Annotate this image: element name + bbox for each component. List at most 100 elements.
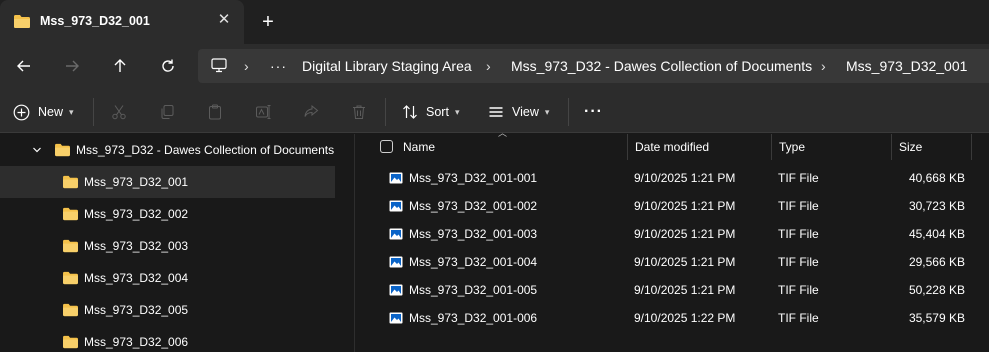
breadcrumb-item[interactable]: Digital Library Staging Area — [302, 58, 472, 74]
image-file-icon — [389, 172, 403, 187]
tree-item-label: Mss_973_D32_003 — [84, 239, 189, 253]
select-all-checkbox[interactable] — [380, 140, 393, 153]
sort-button[interactable]: Sort ▾ — [402, 99, 459, 125]
tree-item-label: Mss_973_D32_006 — [84, 335, 189, 349]
new-tab-button[interactable]: + — [258, 12, 278, 32]
file-date: 9/10/2025 1:21 PM — [634, 255, 736, 269]
share-button[interactable] — [303, 99, 319, 125]
tree-item-folder[interactable]: Mss_973_D32_002 — [0, 198, 335, 230]
file-name: Mss_973_D32_001-001 — [409, 171, 538, 185]
column-header-type[interactable]: Type — [779, 140, 805, 154]
folder-icon — [62, 175, 79, 192]
file-type: TIF File — [778, 311, 819, 325]
file-name: Mss_973_D32_001-004 — [409, 255, 538, 269]
tree-item-folder[interactable]: Mss_973_D32_001 — [0, 166, 335, 198]
tree-item-label: Mss_973_D32_002 — [84, 207, 189, 221]
plus-circle-icon — [13, 104, 30, 120]
file-type: TIF File — [778, 227, 819, 241]
new-button[interactable]: New ▾ — [13, 99, 74, 125]
paste-button[interactable] — [207, 99, 223, 125]
copy-icon — [161, 105, 174, 119]
tree-item-label: Mss_973_D32_005 — [84, 303, 189, 317]
column-divider[interactable] — [891, 134, 892, 160]
close-tab-icon[interactable]: ✕ — [216, 12, 232, 28]
file-size: 40,668 KB — [908, 171, 965, 185]
new-label: New — [38, 105, 64, 119]
file-list: ︿ Name Date modified Type Size Mss_973_D… — [355, 128, 989, 352]
tree-item-folder[interactable]: Mss_973_D32_006 — [0, 326, 335, 352]
folder-icon — [54, 143, 71, 160]
file-type: TIF File — [778, 255, 819, 269]
breadcrumb-item[interactable]: Mss_973_D32 - Dawes Collection of Docume… — [511, 58, 812, 74]
view-label: View — [512, 105, 539, 119]
tab-title: Mss_973_D32_001 — [40, 14, 150, 28]
file-row[interactable]: Mss_973_D32_001-001 9/10/2025 1:21 PM TIF … — [355, 164, 989, 192]
sort-label: Sort — [426, 105, 449, 119]
rename-icon — [256, 105, 271, 119]
up-button[interactable] — [106, 52, 134, 80]
folder-icon — [62, 239, 79, 256]
chevron-right-icon: › — [821, 58, 826, 74]
column-divider[interactable] — [971, 134, 972, 160]
rename-button[interactable] — [255, 99, 271, 125]
tree-item-label: Mss_973_D32_001 — [84, 175, 189, 189]
copy-button[interactable] — [159, 99, 175, 125]
sort-icon — [403, 105, 417, 119]
file-row[interactable]: Mss_973_D32_001-006 9/10/2025 1:22 PM TIF … — [355, 304, 989, 332]
refresh-icon — [162, 59, 174, 72]
tree-item-label: Mss_973_D32 - Dawes Collection of Docume… — [76, 143, 335, 157]
image-file-icon — [389, 200, 403, 215]
chevron-down-icon: ▾ — [454, 106, 460, 117]
command-bar: New ▾ Sort ▾ View ▾ ··· — [0, 90, 989, 133]
tree-item-folder[interactable]: Mss_973_D32_004 — [0, 262, 335, 294]
column-divider[interactable] — [627, 134, 628, 160]
arrow-right-icon — [66, 60, 79, 72]
column-header-date[interactable]: Date modified — [635, 140, 709, 154]
file-size: 50,228 KB — [908, 283, 965, 297]
file-row[interactable]: Mss_973_D32_001-004 9/10/2025 1:21 PM TIF … — [355, 248, 989, 276]
tree-item-label: Mss_973_D32_004 — [84, 271, 189, 285]
tab-strip: Mss_973_D32_001 ✕ + — [0, 0, 989, 44]
folder-icon — [62, 271, 79, 288]
column-divider[interactable] — [771, 134, 772, 160]
clipboard-icon — [209, 104, 221, 120]
image-file-icon — [389, 284, 403, 299]
delete-button[interactable] — [351, 99, 367, 125]
tree-item-folder[interactable]: Mss_973_D32_005 — [0, 294, 335, 326]
view-icon — [489, 107, 503, 117]
folder-icon — [13, 14, 31, 32]
file-row[interactable]: Mss_973_D32_001-002 9/10/2025 1:21 PM TIF … — [355, 192, 989, 220]
breadcrumb-overflow[interactable]: ··· — [270, 58, 287, 74]
file-row[interactable]: Mss_973_D32_001-005 9/10/2025 1:21 PM TIF … — [355, 276, 989, 304]
scissors-icon — [112, 105, 126, 120]
address-bar[interactable]: › ··· Digital Library Staging Area › Mss… — [198, 49, 989, 83]
refresh-button[interactable] — [154, 52, 182, 80]
file-date: 9/10/2025 1:21 PM — [634, 283, 736, 297]
tree-item-parent[interactable]: Mss_973_D32 - Dawes Collection of Docume… — [0, 134, 335, 166]
file-name: Mss_973_D32_001-003 — [409, 227, 538, 241]
chevron-down-icon: ▾ — [69, 106, 74, 117]
tab-active[interactable]: Mss_973_D32_001 ✕ — [0, 0, 244, 44]
back-button[interactable] — [10, 52, 38, 80]
cut-button[interactable] — [111, 99, 127, 125]
file-name: Mss_973_D32_001-002 — [409, 199, 538, 213]
tree-item-folder[interactable]: Mss_973_D32_003 — [0, 230, 335, 262]
file-date: 9/10/2025 1:22 PM — [634, 311, 736, 325]
more-options-button[interactable]: ··· — [584, 99, 603, 125]
chevron-down-icon[interactable] — [32, 144, 42, 158]
folder-icon — [62, 207, 79, 224]
forward-button[interactable] — [58, 52, 86, 80]
toolbar-divider — [93, 98, 94, 126]
file-date: 9/10/2025 1:21 PM — [634, 227, 736, 241]
toolbar-divider — [385, 98, 386, 126]
column-header-name[interactable]: Name — [403, 140, 435, 154]
view-button[interactable]: View ▾ — [488, 99, 549, 125]
image-file-icon — [389, 312, 403, 327]
file-row[interactable]: Mss_973_D32_001-003 9/10/2025 1:21 PM TIF … — [355, 220, 989, 248]
chevron-right-icon: › — [244, 58, 249, 74]
navigation-bar: › ··· Digital Library Staging Area › Mss… — [0, 44, 989, 90]
column-header-size[interactable]: Size — [899, 140, 922, 154]
arrow-up-icon — [114, 59, 126, 72]
file-type: TIF File — [778, 171, 819, 185]
breadcrumb-item[interactable]: Mss_973_D32_001 — [846, 58, 967, 74]
